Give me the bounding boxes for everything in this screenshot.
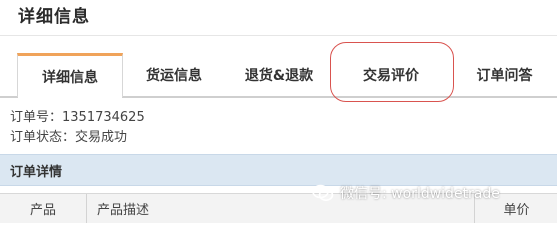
- order-status: 订单状态：交易成功: [10, 130, 128, 145]
- wechat-icon: [312, 184, 334, 201]
- watermark: 微信号: worldwidetrade: [312, 183, 500, 203]
- column-header-product: 产品: [0, 194, 87, 223]
- page-title: 详细信息: [18, 7, 90, 27]
- tab-details[interactable]: 详细信息: [17, 53, 123, 100]
- tab-transaction-review[interactable]: 交易评价: [334, 53, 448, 96]
- tab-order-qa[interactable]: 订单问答: [452, 53, 557, 96]
- tab-bar: 详细信息 货运信息 退货&退款 交易评价 订单问答: [0, 53, 557, 100]
- order-number: 订单号：1351734625: [10, 110, 145, 125]
- tab-shipping[interactable]: 货运信息: [124, 53, 224, 96]
- watermark-text: 微信号: worldwidetrade: [340, 186, 500, 202]
- order-details-header: 订单详情: [0, 154, 557, 186]
- section-title: 订单详情: [10, 165, 63, 180]
- tab-returns-refunds[interactable]: 退货&退款: [226, 53, 332, 96]
- title-divider: [0, 35, 557, 36]
